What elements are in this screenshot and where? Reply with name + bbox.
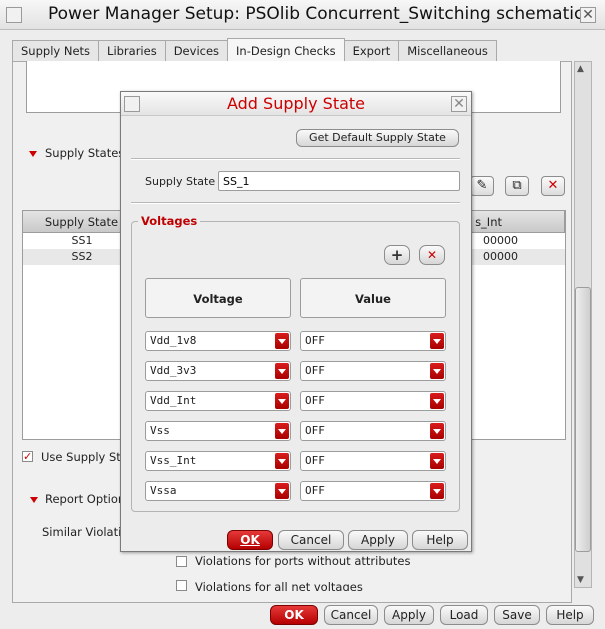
value-select[interactable]: OFF (300, 481, 446, 501)
voltage-header: Voltage (145, 278, 291, 318)
add-icon[interactable]: + (384, 245, 410, 265)
edit-icon[interactable]: ✎ (470, 176, 494, 196)
voltage-text: Vdd_Int (150, 394, 197, 407)
tab-supply-nets[interactable]: Supply Nets (12, 40, 100, 62)
violations-ports-label: Violations for ports without attributes (195, 554, 411, 568)
delete-icon[interactable]: ✕ (541, 176, 565, 196)
expand-triangle-icon[interactable] (29, 151, 37, 157)
window-menu-button[interactable] (6, 7, 22, 23)
dialog-cancel-label: Cancel (290, 533, 332, 547)
dropdown-arrow-icon[interactable] (275, 423, 289, 439)
value-header: Value (300, 278, 446, 318)
dropdown-arrow-icon[interactable] (430, 363, 444, 379)
voltage-select[interactable]: Vdd_1v8 (145, 331, 291, 351)
tab-devices[interactable]: Devices (164, 40, 229, 62)
dropdown-arrow-icon[interactable] (275, 333, 289, 349)
dialog-ok-label: OK (240, 533, 260, 547)
voltages-legend: Voltages (138, 214, 201, 228)
voltage-select[interactable]: Vss (145, 421, 291, 441)
voltage-select[interactable]: Vssa (145, 481, 291, 501)
dialog-cancel-button[interactable]: Cancel (278, 530, 344, 550)
separator (131, 158, 460, 160)
dropdown-arrow-icon[interactable] (275, 363, 289, 379)
save-button[interactable]: Save (494, 605, 540, 625)
window-title: Power Manager Setup: PSOlib Concurrent_S… (48, 4, 584, 24)
load-button[interactable]: Load (440, 605, 488, 625)
dropdown-arrow-icon[interactable] (430, 453, 444, 469)
ok-button[interactable]: OK (270, 605, 318, 625)
value-select[interactable]: OFF (300, 361, 446, 381)
dropdown-arrow-icon[interactable] (430, 483, 444, 499)
row-value: 00000 (483, 234, 518, 247)
dropdown-arrow-icon[interactable] (430, 333, 444, 349)
supply-state-input[interactable] (218, 171, 460, 191)
dropdown-arrow-icon[interactable] (275, 453, 289, 469)
tab-in-design-checks[interactable]: In-Design Checks (227, 38, 345, 62)
apply-button[interactable]: Apply (384, 605, 434, 625)
dialog-close-icon[interactable]: ✕ (451, 96, 467, 112)
dialog-title: Add Supply State (226, 94, 366, 113)
close-icon[interactable]: ✕ (580, 7, 596, 23)
voltage-select[interactable]: Vss_Int (145, 451, 291, 471)
dialog-help-button[interactable]: Help (412, 530, 468, 550)
scroll-up-icon[interactable]: ▲ (577, 64, 584, 74)
voltage-text: Vss_Int (150, 454, 197, 467)
voltage-select[interactable]: Vdd_3v3 (145, 361, 291, 381)
use-supply-states-label: Use Supply Sta (41, 450, 128, 464)
value-select[interactable]: OFF (300, 421, 446, 441)
dropdown-arrow-icon[interactable] (275, 393, 289, 409)
tab-export[interactable]: Export (343, 40, 400, 62)
help-button[interactable]: Help (546, 605, 594, 625)
supply-states-label: Supply States (45, 146, 125, 160)
value-select[interactable]: OFF (300, 391, 446, 411)
dropdown-arrow-icon[interactable] (430, 423, 444, 439)
separator (131, 202, 460, 204)
value-select[interactable]: OFF (300, 451, 446, 471)
value-text: OFF (305, 454, 325, 467)
value-select[interactable]: OFF (300, 331, 446, 351)
tab-bar: Supply Nets Libraries Devices In-Design … (12, 38, 497, 62)
cancel-button[interactable]: Cancel (324, 605, 378, 625)
voltage-text: Vdd_3v3 (150, 364, 197, 377)
dialog-apply-label: Apply (361, 533, 395, 547)
value-text: OFF (305, 334, 325, 347)
report-options-label: Report Optior (45, 492, 123, 506)
violations-all-checkbox[interactable] (176, 580, 187, 591)
similar-violations-label: Similar Violatio (42, 525, 129, 539)
dialog-help-label: Help (426, 533, 454, 547)
row-value: 00000 (483, 250, 518, 263)
expand-triangle-icon[interactable] (30, 497, 38, 503)
copy-icon[interactable]: ⧉ (505, 176, 529, 196)
voltage-text: Vss (150, 424, 170, 437)
value-text: OFF (305, 364, 325, 377)
dropdown-arrow-icon[interactable] (430, 393, 444, 409)
tab-libraries[interactable]: Libraries (98, 40, 166, 62)
violations-ports-checkbox[interactable] (176, 556, 187, 567)
remove-icon[interactable]: ✕ (419, 245, 445, 265)
dropdown-arrow-icon[interactable] (275, 483, 289, 499)
dialog-ok-button[interactable]: OK (227, 530, 273, 550)
value-text: OFF (305, 484, 325, 497)
voltage-text: Vssa (150, 484, 177, 497)
tab-miscellaneous[interactable]: Miscellaneous (398, 40, 497, 62)
voltage-text: Vdd_1v8 (150, 334, 197, 347)
use-supply-states-checkbox[interactable]: ✓ (22, 451, 33, 462)
scrollbar-thumb[interactable] (575, 287, 591, 552)
supply-state-label: Supply State (145, 175, 216, 188)
get-default-supply-state-button[interactable]: Get Default Supply State (296, 129, 459, 147)
dialog-apply-button[interactable]: Apply (348, 530, 408, 550)
value-text: OFF (305, 394, 325, 407)
scroll-down-icon[interactable]: ▼ (577, 575, 584, 585)
voltage-select[interactable]: Vdd_Int (145, 391, 291, 411)
violations-all-label: Violations for all net voltages (195, 580, 363, 591)
value-text: OFF (305, 424, 325, 437)
